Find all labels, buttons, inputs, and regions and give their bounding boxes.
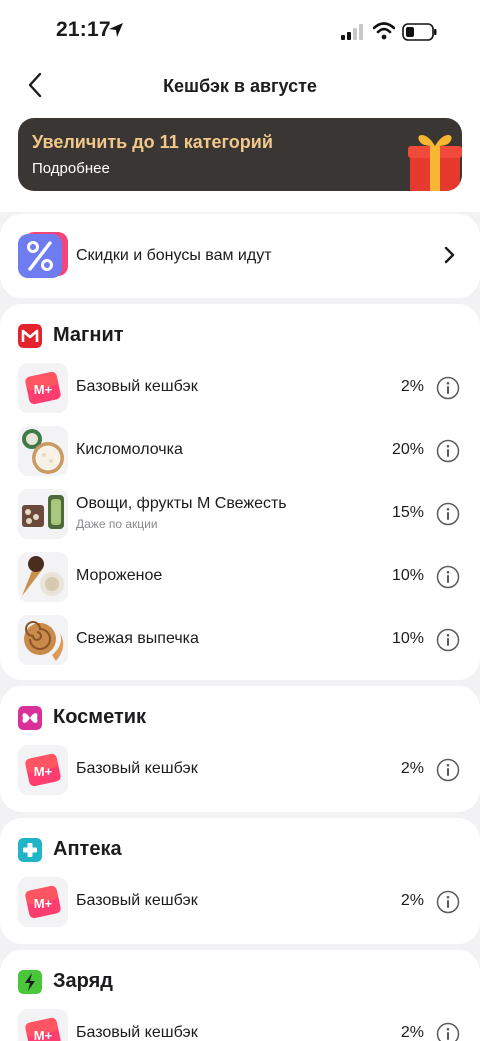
svg-text:M+: M+ xyxy=(34,764,53,779)
store-header: Заряд xyxy=(18,968,318,996)
cashback-row: Свежая выпечка 10% xyxy=(0,612,480,668)
category-label: Кисломолочка xyxy=(76,441,183,458)
base-cashback-icon: M+ xyxy=(18,1009,68,1041)
store-header: Косметик xyxy=(18,704,318,732)
store-header: Аптека xyxy=(18,836,318,864)
store-card-apteka: Аптека M+ Базовый кешбэк 2% xyxy=(0,818,480,944)
magnit-logo-icon xyxy=(18,324,42,348)
nav-bar: Кешбэк в августе xyxy=(0,60,480,112)
cashback-row: M+ Базовый кешбэк 2% xyxy=(0,360,480,416)
store-name: Магнит xyxy=(53,324,124,346)
discounts-label: Скидки и бонусы вам идут xyxy=(76,247,272,264)
svg-text:M+: M+ xyxy=(34,382,53,397)
info-icon[interactable] xyxy=(436,376,460,400)
discounts-card: Скидки и бонусы вам идут xyxy=(0,214,480,298)
cashback-row: M+ Базовый кешбэк 2% xyxy=(0,1006,480,1041)
ice-cream-icon xyxy=(18,552,68,602)
zaryad-logo-icon xyxy=(18,970,42,994)
kosmetik-logo-icon xyxy=(18,706,42,730)
status-time: 21:17 xyxy=(56,18,111,41)
cashback-percent: 2% xyxy=(400,892,424,909)
category-label: Овощи, фрукты М Свежесть xyxy=(76,495,287,512)
store-name: Аптека xyxy=(53,838,122,860)
base-cashback-icon: M+ xyxy=(18,877,68,927)
cashback-row: Кисломолочка 20% xyxy=(0,423,480,479)
promo-section: Увеличить до 11 категорий Подробнее xyxy=(0,112,480,212)
store-name: Косметик xyxy=(53,706,147,728)
pastry-icon xyxy=(18,615,68,665)
info-icon[interactable] xyxy=(436,439,460,463)
dairy-products-icon xyxy=(18,426,68,476)
cashback-row: Мороженое 10% xyxy=(0,549,480,605)
status-bar: 21:17 xyxy=(0,0,480,60)
cashback-percent: 2% xyxy=(400,378,424,395)
percent-icon xyxy=(18,232,68,278)
cashback-percent: 2% xyxy=(400,760,424,777)
base-cashback-icon: M+ xyxy=(18,745,68,795)
chevron-right-icon xyxy=(444,246,455,264)
cashback-row: M+ Базовый кешбэк 2% xyxy=(0,874,480,930)
gift-icon xyxy=(408,135,462,191)
store-header: Магнит xyxy=(18,322,318,350)
info-icon[interactable] xyxy=(436,565,460,589)
store-card-zaryad: Заряд M+ Базовый кешбэк 2% xyxy=(0,950,480,1041)
cashback-percent: 2% xyxy=(400,1024,424,1041)
discounts-row[interactable]: Скидки и бонусы вам идут xyxy=(0,214,480,296)
location-arrow-icon xyxy=(109,23,123,37)
category-label: Свежая выпечка xyxy=(76,630,199,647)
info-icon[interactable] xyxy=(436,1022,460,1041)
cashback-percent: 20% xyxy=(391,441,424,458)
category-label: Базовый кешбэк xyxy=(76,378,198,395)
base-cashback-icon: M+ xyxy=(18,363,68,413)
promo-title: Увеличить до 11 категорий xyxy=(32,132,273,152)
category-label: Базовый кешбэк xyxy=(76,892,198,909)
category-label: Мороженое xyxy=(76,567,163,584)
category-label: Базовый кешбэк xyxy=(76,760,198,777)
svg-text:M+: M+ xyxy=(34,1028,53,1041)
upgrade-categories-banner[interactable]: Увеличить до 11 категорий Подробнее xyxy=(18,118,462,191)
cashback-percent: 10% xyxy=(391,630,424,647)
info-icon[interactable] xyxy=(436,890,460,914)
store-name: Заряд xyxy=(53,970,113,992)
category-note: Даже по акции xyxy=(76,517,158,531)
info-icon[interactable] xyxy=(436,758,460,782)
apteka-logo-icon xyxy=(18,838,42,862)
info-icon[interactable] xyxy=(436,628,460,652)
svg-text:M+: M+ xyxy=(34,896,53,911)
wifi-icon xyxy=(373,22,395,40)
page-title: Кешбэк в августе xyxy=(163,76,317,96)
info-icon[interactable] xyxy=(436,502,460,526)
cashback-row: M+ Базовый кешбэк 2% xyxy=(0,742,480,798)
store-card-kosmetik: Косметик M+ Базовый кешбэк 2% xyxy=(0,686,480,812)
cashback-percent: 10% xyxy=(391,567,424,584)
cashback-row: Овощи, фрукты М Свежесть Даже по акции 1… xyxy=(0,486,480,542)
signal-icon xyxy=(341,24,363,40)
store-card-magnit: Магнит M+ Базовый кешбэк 2% Кисломолочка… xyxy=(0,304,480,680)
vegetables-fruits-icon xyxy=(18,489,68,539)
cashback-percent: 15% xyxy=(391,504,424,521)
category-label: Базовый кешбэк xyxy=(76,1024,198,1041)
promo-subtitle: Подробнее xyxy=(32,160,110,177)
battery-icon xyxy=(402,23,437,41)
